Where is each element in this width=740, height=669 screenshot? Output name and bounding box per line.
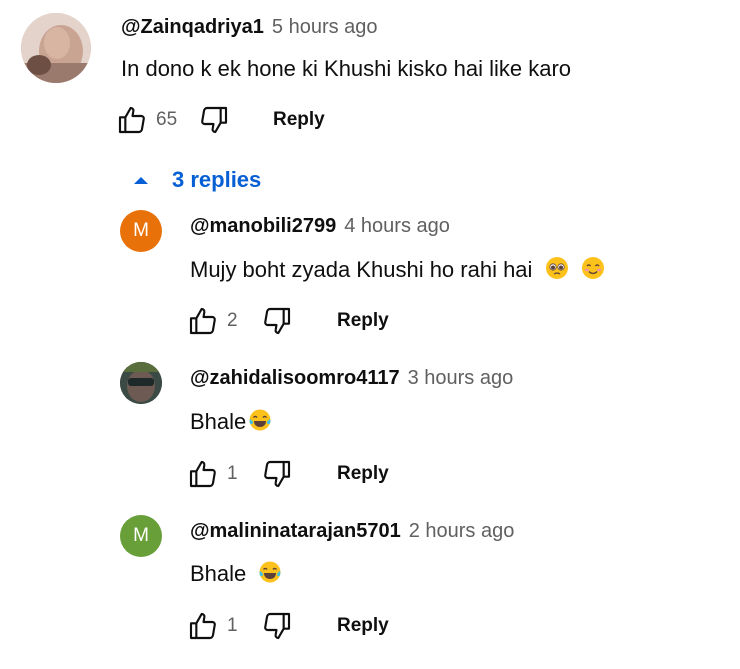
avatar-letter: M xyxy=(133,525,149,546)
comment-actions: 65 Reply xyxy=(114,102,325,138)
caret-up-icon xyxy=(134,177,148,184)
comment-text: In dono k ek hone ki Khushi kisko hai li… xyxy=(121,56,572,81)
tears-of-joy-emoji-icon xyxy=(259,561,281,583)
like-count: 1 xyxy=(227,615,238,636)
reply-author[interactable]: @zahidalisoomro4117 3 hours ago xyxy=(190,367,513,390)
reply-button[interactable]: Reply xyxy=(337,615,389,637)
thumbs-down-icon xyxy=(264,460,291,488)
avatar-letter: M xyxy=(133,220,149,241)
reply-actions: 2 Reply xyxy=(185,303,389,339)
reply-text-content: Bhale xyxy=(190,561,247,586)
like-button[interactable] xyxy=(185,303,221,339)
replies-count-label: 3 replies xyxy=(172,167,262,192)
avatar-photo xyxy=(21,13,91,83)
thumbs-down-icon xyxy=(264,612,291,640)
comment-time[interactable]: 5 hours ago xyxy=(272,16,378,38)
tears-of-joy-emoji-icon xyxy=(249,409,271,431)
dislike-button[interactable] xyxy=(259,608,295,644)
reply-button[interactable]: Reply xyxy=(337,463,389,485)
smiling-face-emoji-icon xyxy=(581,257,604,279)
reply-text: Bhale xyxy=(190,560,282,587)
like-button[interactable] xyxy=(185,456,221,492)
reply-text: Mujy boht zyada Khushi ho rahi hai xyxy=(190,256,605,283)
avatar-photo xyxy=(120,362,162,404)
reply-author[interactable]: @malininatarajan5701 2 hours ago xyxy=(190,520,514,543)
author-name[interactable]: @Zainqadriya1 xyxy=(121,16,264,38)
thumbs-up-icon xyxy=(189,460,216,488)
dislike-button[interactable] xyxy=(196,102,232,138)
reply-actions: 1 Reply xyxy=(185,456,389,492)
thumbs-down-icon xyxy=(264,307,291,335)
reply-text-content: Bhale xyxy=(190,409,247,434)
author-name[interactable]: @zahidalisoomro4117 xyxy=(190,367,400,389)
like-button[interactable] xyxy=(185,608,221,644)
thumbs-up-icon xyxy=(189,612,216,640)
avatar[interactable]: M xyxy=(120,515,162,557)
author-name[interactable]: @manobili2799 xyxy=(190,215,336,237)
avatar[interactable] xyxy=(120,362,162,404)
reply-button[interactable]: Reply xyxy=(273,109,325,131)
dislike-button[interactable] xyxy=(259,303,295,339)
comment-time[interactable]: 3 hours ago xyxy=(408,367,514,389)
reply-author[interactable]: @manobili2799 4 hours ago xyxy=(190,215,450,238)
replies-toggle[interactable]: 3 replies xyxy=(133,167,261,193)
reply-text-content: Mujy boht zyada Khushi ho rahi hai xyxy=(190,257,533,282)
like-count: 1 xyxy=(227,463,238,484)
like-count: 65 xyxy=(156,109,178,130)
comment-time[interactable]: 4 hours ago xyxy=(344,215,450,237)
thumbs-down-icon xyxy=(201,106,228,134)
avatar[interactable]: M xyxy=(120,210,162,252)
comment-author[interactable]: @Zainqadriya1 5 hours ago xyxy=(121,16,378,39)
pleading-face-emoji-icon xyxy=(545,257,568,279)
like-count: 2 xyxy=(227,310,238,331)
reply-actions: 1 Reply xyxy=(185,608,389,644)
thumbs-up-icon xyxy=(118,106,145,134)
comment-time[interactable]: 2 hours ago xyxy=(409,520,515,542)
like-button[interactable] xyxy=(114,102,150,138)
reply-text: Bhale xyxy=(190,408,272,435)
avatar[interactable] xyxy=(21,13,91,83)
dislike-button[interactable] xyxy=(259,456,295,492)
reply-button[interactable]: Reply xyxy=(337,310,389,332)
thumbs-up-icon xyxy=(189,307,216,335)
author-name[interactable]: @malininatarajan5701 xyxy=(190,520,401,542)
